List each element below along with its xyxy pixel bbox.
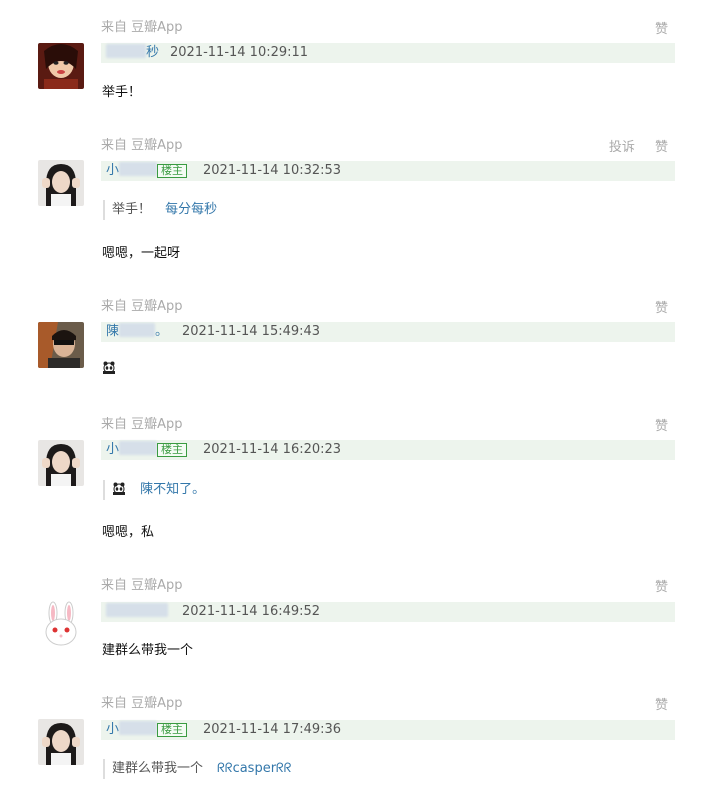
like-button[interactable]: 赞 [655,140,668,155]
avatar-image [38,719,84,765]
op-badge: 楼主 [157,164,187,178]
username-text: 秒 [146,45,160,60]
comment-meta: 秒 2021-11-14 10:29:11 [101,43,675,63]
comment-time: 2021-11-14 16:20:23 [203,442,342,457]
panda-emoji-icon [113,482,125,495]
quoted-reply: 举手！ 每分每秒 [103,200,217,220]
comment-meta: 小 楼主 2021-11-14 16:20:23 [101,440,675,460]
username-text: 小 [106,163,120,178]
quote-text: 建群么带我一个 [112,761,204,776]
username-link[interactable]: 陳。 [106,322,168,342]
avatar-image [38,322,84,368]
username-link[interactable]: 小 [106,440,158,460]
op-badge: 楼主 [157,723,187,737]
comment-actions: 赞 [639,694,668,713]
quote-author-link[interactable]: 每分每秒 [165,202,217,217]
quote-author-decoration-right: ᖇᖇ [276,761,292,776]
username-text: 陳 [106,324,120,339]
like-button[interactable]: 赞 [655,301,668,316]
comment-content: 嗯嗯，一起呀 [102,246,181,261]
quote-text: 举手！ [112,202,152,217]
username-blur [119,323,156,337]
comment-time: 2021-11-14 15:49:43 [182,324,321,339]
comment-source: 来自 豆瓣App [101,138,183,153]
like-button[interactable]: 赞 [655,580,668,595]
comment-meta: 2021-11-14 16:49:52 [101,602,675,622]
username-blur [106,603,168,617]
rabbit-avatar-icon [38,601,84,647]
like-button[interactable]: 赞 [655,698,668,713]
comment-actions: 赞 [639,18,668,37]
panda-emoji-icon [103,361,115,374]
avatar[interactable] [38,440,84,486]
like-button[interactable]: 赞 [655,22,668,37]
username-link[interactable] [106,602,168,622]
comment-actions: 赞 [639,576,668,595]
quote-author-decoration-left: ᖇᖇ [217,761,233,776]
avatar[interactable] [38,43,84,89]
comment-time: 2021-11-14 16:49:52 [182,604,321,619]
username-suffix: 。 [155,324,169,339]
comment-source: 来自 豆瓣App [101,299,183,314]
username-blur [119,721,158,735]
username-blur [119,162,158,176]
comment-time: 2021-11-14 17:49:36 [203,722,342,737]
comment-content: 举手！ [102,85,142,100]
username-blur [106,44,146,58]
avatar-image [38,160,84,206]
avatar[interactable] [38,322,84,368]
like-button[interactable]: 赞 [655,419,668,434]
username-text: 小 [106,722,120,737]
report-button[interactable]: 投诉 [609,140,635,155]
comment-source: 来自 豆瓣App [101,417,183,432]
comment-meta: 陳。 2021-11-14 15:49:43 [101,322,675,342]
comment-actions: 赞 [639,415,668,434]
avatar-image [38,440,84,486]
username-link[interactable]: 小 [106,161,158,181]
comment-source: 来自 豆瓣App [101,696,183,711]
username-link[interactable]: 秒 [106,43,159,63]
comment-source: 来自 豆瓣App [101,578,183,593]
op-badge: 楼主 [157,443,187,457]
username-text: 小 [106,442,120,457]
username-blur [119,441,158,455]
avatar-image [38,43,84,89]
quoted-reply: 陳不知了。 [103,480,205,500]
username-link[interactable]: 小 [106,720,158,740]
comment-meta: 小 楼主 2021-11-14 17:49:36 [101,720,675,740]
quote-author-text: casper [232,761,277,776]
comment-source: 来自 豆瓣App [101,20,183,35]
comment-time: 2021-11-14 10:32:53 [203,163,342,178]
quoted-reply: 建群么带我一个 ᖇᖇcasperᖇᖇ [103,759,291,779]
comment-meta: 小 楼主 2021-11-14 10:32:53 [101,161,675,181]
quote-author-link[interactable]: ᖇᖇcasperᖇᖇ [217,761,291,776]
comment-content: 建群么带我一个 [102,643,194,658]
avatar[interactable] [38,160,84,206]
comment-time: 2021-11-14 10:29:11 [170,45,309,60]
comment-actions: 赞 [639,297,668,316]
comment-content: 嗯嗯，私 [102,525,155,540]
avatar[interactable] [38,601,84,647]
quote-author-link[interactable]: 陳不知了。 [140,482,205,497]
avatar[interactable] [38,719,84,765]
comment-actions: 投诉 赞 [593,136,668,155]
comment-content [102,360,116,378]
